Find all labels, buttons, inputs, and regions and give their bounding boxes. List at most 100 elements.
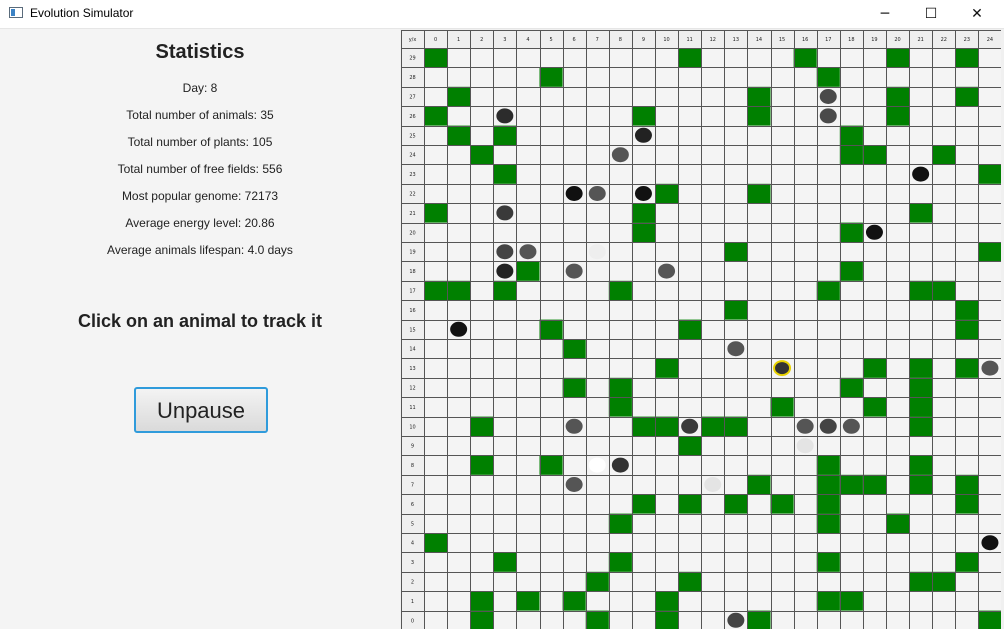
plant-cell bbox=[608, 513, 632, 533]
animal[interactable] bbox=[565, 477, 583, 492]
animal[interactable] bbox=[727, 612, 745, 628]
plant-cell bbox=[909, 455, 933, 475]
plant-cell bbox=[839, 125, 863, 145]
x-axis-label: 7 bbox=[596, 37, 599, 43]
x-axis-label: 11 bbox=[686, 37, 692, 43]
plant-cell bbox=[678, 436, 702, 456]
plant-cell bbox=[631, 106, 655, 126]
y-axis-label: 18 bbox=[409, 269, 415, 275]
y-axis-label: 2 bbox=[411, 580, 414, 586]
animal[interactable] bbox=[796, 418, 814, 434]
plant-cell bbox=[724, 416, 748, 436]
plant-cell bbox=[655, 358, 679, 378]
plant-cell bbox=[724, 242, 748, 262]
animal[interactable] bbox=[588, 244, 606, 260]
animal[interactable] bbox=[912, 166, 930, 182]
animal[interactable] bbox=[634, 186, 652, 201]
plant-cell bbox=[447, 86, 471, 107]
plant-cell bbox=[493, 125, 517, 145]
animal[interactable] bbox=[865, 224, 883, 240]
plant-cell bbox=[909, 416, 933, 436]
minimize-button[interactable]: ─ bbox=[862, 0, 908, 28]
animal[interactable] bbox=[842, 418, 860, 434]
plant-cell bbox=[816, 280, 840, 301]
plant-cell bbox=[955, 48, 979, 68]
plant-cell bbox=[539, 319, 563, 339]
x-axis-label: 22 bbox=[941, 37, 947, 43]
plant-cell bbox=[909, 474, 933, 495]
animal[interactable] bbox=[588, 457, 606, 473]
animal[interactable] bbox=[611, 457, 629, 473]
plant-cell bbox=[932, 571, 956, 592]
animal[interactable] bbox=[819, 89, 837, 104]
plant-cell bbox=[493, 280, 517, 301]
corner-label: y/x bbox=[409, 37, 417, 43]
unpause-button[interactable]: Unpause bbox=[134, 387, 268, 433]
plant-cell bbox=[724, 494, 748, 514]
animal[interactable] bbox=[588, 186, 606, 201]
app-icon bbox=[9, 7, 23, 18]
plant-cell bbox=[585, 571, 609, 592]
animal[interactable] bbox=[796, 438, 814, 454]
y-axis-label: 0 bbox=[411, 618, 414, 624]
x-axis-label: 17 bbox=[825, 37, 831, 43]
plant-cell bbox=[470, 416, 494, 436]
animal[interactable] bbox=[519, 244, 537, 260]
animal[interactable] bbox=[565, 186, 583, 201]
plant-cell bbox=[816, 494, 840, 514]
y-axis-label: 26 bbox=[409, 114, 415, 120]
plant-cell bbox=[886, 106, 910, 126]
y-axis-label: 24 bbox=[409, 153, 415, 159]
animal[interactable] bbox=[496, 244, 514, 260]
plant-cell bbox=[678, 319, 702, 339]
plant-cell bbox=[655, 591, 679, 611]
x-axis-label: 6 bbox=[573, 37, 576, 43]
animal[interactable] bbox=[658, 263, 676, 279]
animal[interactable] bbox=[565, 418, 583, 434]
x-axis-label: 19 bbox=[871, 37, 877, 43]
world-map-grid[interactable]: y/x 0 1 2 3 4 5 6 7 8 9 10 11 12 13 14 15 16 17 18 19 20 21 22 2… bbox=[401, 30, 1001, 629]
animal[interactable] bbox=[981, 360, 999, 376]
animal[interactable] bbox=[611, 147, 629, 163]
plant-cell bbox=[493, 164, 517, 184]
x-axis-label: 10 bbox=[663, 37, 669, 43]
plant-cell bbox=[816, 513, 840, 533]
animal[interactable] bbox=[819, 108, 837, 124]
animal[interactable] bbox=[981, 535, 999, 551]
y-axis-label: 1 bbox=[411, 599, 414, 605]
y-axis-label: 27 bbox=[409, 95, 415, 101]
plant-cell bbox=[793, 48, 817, 68]
close-button[interactable]: ✕ bbox=[954, 0, 1000, 28]
plant-cell bbox=[886, 513, 910, 533]
plant-cell bbox=[747, 610, 771, 629]
y-axis-label: 5 bbox=[411, 521, 414, 527]
plant-cell bbox=[816, 552, 840, 572]
animal[interactable] bbox=[496, 108, 514, 124]
animal[interactable] bbox=[819, 418, 837, 434]
statistics-panel: Statistics Day: 8 Total number of animal… bbox=[0, 29, 400, 629]
y-axis-label: 11 bbox=[409, 405, 415, 411]
y-axis-label: 19 bbox=[409, 250, 415, 256]
x-axis-label: 9 bbox=[642, 37, 645, 43]
plant-cell bbox=[839, 591, 863, 611]
animal[interactable] bbox=[634, 127, 652, 143]
plant-cell bbox=[862, 358, 886, 378]
y-axis-label: 17 bbox=[409, 289, 415, 295]
y-axis-label: 4 bbox=[411, 541, 414, 547]
x-axis-label: 24 bbox=[987, 37, 993, 43]
plant-cell bbox=[516, 591, 540, 611]
maximize-button[interactable]: ☐ bbox=[908, 0, 954, 28]
animal[interactable] bbox=[727, 341, 745, 357]
plant-cell bbox=[816, 455, 840, 475]
tracked-animal[interactable] bbox=[773, 360, 792, 377]
x-axis-label: 1 bbox=[457, 37, 460, 43]
plant-cell bbox=[608, 377, 632, 398]
animal[interactable] bbox=[681, 418, 699, 434]
animal[interactable] bbox=[496, 205, 514, 221]
plant-cell bbox=[470, 455, 494, 475]
animal[interactable] bbox=[565, 263, 583, 279]
x-axis-label: 20 bbox=[894, 37, 900, 43]
animal[interactable] bbox=[704, 477, 722, 492]
animal[interactable] bbox=[450, 321, 468, 337]
animal[interactable] bbox=[496, 263, 514, 279]
